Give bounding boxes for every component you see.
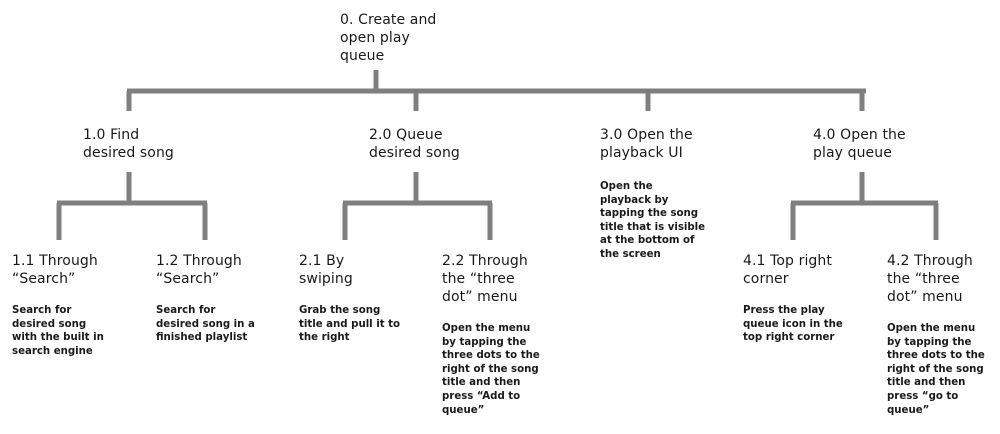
step-1-2-title: 1.2 Through “Search” bbox=[156, 253, 242, 287]
root-node: 0. Create and open play queue bbox=[340, 11, 436, 65]
step-3-description: Open the playback by tapping the song ti… bbox=[600, 181, 706, 260]
step-4-1-node: 4.1 Top right corner Press the play queu… bbox=[743, 252, 843, 345]
step-1-title: 1.0 Find desired song bbox=[83, 127, 174, 161]
step-3-node: 3.0 Open the playback UI Open the playba… bbox=[600, 126, 705, 262]
step-3-title: 3.0 Open the playback UI bbox=[600, 127, 693, 161]
step-4-2-node: 4.2 Through the “three dot” menu Open th… bbox=[887, 252, 985, 417]
step-2-title: 2.0 Queue desired song bbox=[369, 127, 460, 161]
step-4-2-description: Open the menu by tapping the three dots … bbox=[887, 323, 985, 416]
step-4-node: 4.0 Open the play queue bbox=[813, 126, 906, 162]
step-2-2-title: 2.2 Through the “three dot” menu bbox=[442, 253, 528, 305]
step-1-1-title: 1.1 Through “Search” bbox=[12, 253, 98, 287]
step-2-2-description: Open the menu by tapping the three dots … bbox=[442, 323, 540, 416]
step-4-1-title: 4.1 Top right corner bbox=[743, 253, 832, 287]
step-4-2-title: 4.2 Through the “three dot” menu bbox=[887, 253, 973, 305]
step-1-1-node: 1.1 Through “Search” Search for desired … bbox=[12, 252, 104, 358]
step-4-1-description: Press the play queue icon in the top rig… bbox=[743, 305, 843, 344]
step-1-2-description: Search for desired song in a finished pl… bbox=[156, 305, 255, 344]
step-2-1-description: Grab the song title and pull it to the r… bbox=[299, 305, 400, 344]
step-2-2-node: 2.2 Through the “three dot” menu Open th… bbox=[442, 252, 540, 417]
step-4-title: 4.0 Open the play queue bbox=[813, 127, 906, 161]
step-2-node: 2.0 Queue desired song bbox=[369, 126, 460, 162]
step-1-1-description: Search for desired song with the built i… bbox=[12, 305, 104, 357]
step-2-1-title: 2.1 By swiping bbox=[299, 253, 353, 287]
root-title: 0. Create and open play queue bbox=[340, 12, 437, 64]
step-2-1-node: 2.1 By swiping Grab the song title and p… bbox=[299, 252, 400, 345]
step-1-2-node: 1.2 Through “Search” Search for desired … bbox=[156, 252, 255, 345]
step-1-node: 1.0 Find desired song bbox=[83, 126, 174, 162]
